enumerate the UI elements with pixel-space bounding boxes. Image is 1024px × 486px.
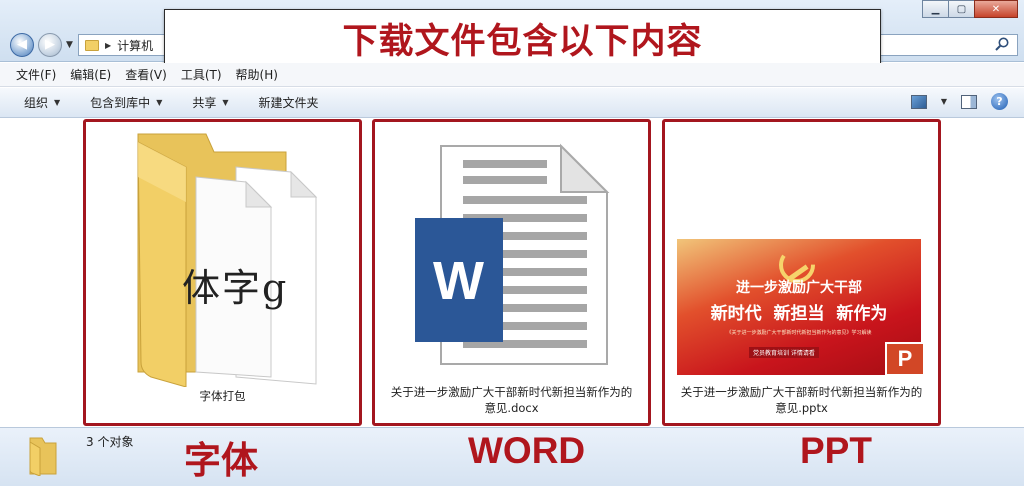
promo-banner: 下载文件包含以下内容 — [164, 9, 881, 67]
chevron-down-icon: ▼ — [156, 98, 163, 107]
file-item-font-folder[interactable]: 体字g 字体打包 — [83, 119, 362, 426]
organize-label: 组织 — [24, 96, 49, 110]
font-preview-glyphs: 体字g — [182, 266, 289, 310]
organize-button[interactable]: 组织 ▼ — [24, 94, 60, 111]
ppt-thumb-button: 党员教育培训 详情请看 — [749, 347, 819, 358]
view-chevron-down-icon[interactable]: ▼ — [941, 97, 947, 106]
file-name-font-folder: 字体打包 — [199, 389, 246, 403]
file-name-line2: 意见.pptx — [775, 401, 828, 415]
include-library-label: 包含到库中 — [90, 96, 151, 110]
word-logo-letter: W — [433, 251, 484, 311]
close-button[interactable]: ✕ — [974, 0, 1018, 18]
file-name-line1: 关于进一步激励广大干部新时代新担当新作为的 — [680, 385, 923, 399]
chevron-down-icon: ▼ — [222, 98, 229, 107]
file-item-ppt[interactable]: 进一步激励广大干部 新时代 新担当 新作为 《关于进一步激励广大干部新时代新担当… — [662, 119, 941, 426]
share-button[interactable]: 共享 ▼ — [192, 94, 228, 111]
banner-title: 下载文件包含以下内容 — [342, 21, 703, 62]
share-label: 共享 — [192, 96, 217, 110]
breadcrumb-computer[interactable]: 计算机 — [117, 37, 153, 54]
back-arrow-icon: ◀ — [17, 37, 27, 52]
object-count: 3 个对象 — [86, 435, 134, 449]
type-label-font: 字体 — [184, 439, 258, 482]
back-button[interactable]: ◀ — [10, 33, 34, 57]
file-name-ppt: 关于进一步激励广大干部新时代新担当新作为的 意见.pptx — [665, 384, 938, 416]
menu-bar: 文件(F) 编辑(E) 查看(V) 工具(T) 帮助(H) — [0, 63, 1024, 87]
new-folder-button[interactable]: 新建文件夹 — [259, 94, 319, 111]
word-document-icon — [415, 143, 610, 365]
menu-file[interactable]: 文件(F) — [16, 66, 56, 83]
new-folder-label: 新建文件夹 — [258, 96, 319, 110]
status-folder-icon — [29, 437, 57, 476]
menu-view[interactable]: 查看(V) — [125, 66, 167, 83]
ppt-thumb-subtitle: 《关于进一步激励广大干部新时代新担当新作为的意见》学习解读 — [726, 330, 872, 336]
chevron-down-icon: ▼ — [54, 98, 61, 107]
command-bar: 组织 ▼ 包含到库中 ▼ 共享 ▼ 新建文件夹 ▼ ? — [0, 88, 1024, 118]
type-label-word: WORD — [468, 430, 586, 471]
type-label-ppt: PPT — [800, 430, 872, 471]
forward-arrow-icon: ▶ — [45, 37, 55, 52]
menu-help[interactable]: 帮助(H) — [236, 66, 278, 83]
recent-pages-chevron-down-icon[interactable]: ▼ — [66, 40, 73, 50]
include-in-library-button[interactable]: 包含到库中 ▼ — [90, 94, 162, 111]
help-icon[interactable]: ? — [991, 93, 1008, 110]
file-name-word-doc: 关于进一步激励广大干部新时代新担当新作为的 意见.docx — [375, 384, 648, 416]
change-view-icon[interactable] — [910, 94, 927, 109]
status-bar: 3 个对象 字体 WORD PPT — [0, 427, 1024, 486]
powerpoint-icon: P — [885, 342, 925, 376]
forward-button[interactable]: ▶ — [38, 33, 62, 57]
minimize-button[interactable]: ▁ — [922, 0, 949, 18]
menu-tools[interactable]: 工具(T) — [181, 66, 222, 83]
menu-edit[interactable]: 编辑(E) — [70, 66, 111, 83]
file-name-line2: 意见.docx — [484, 401, 539, 415]
ppt-thumb-title: 进一步激励广大干部 — [736, 280, 862, 296]
ppt-thumb-slogan: 新时代 新担当 新作为 — [710, 304, 888, 324]
maximize-button[interactable]: ▢ — [948, 0, 975, 18]
view-controls: ▼ ? — [910, 93, 1008, 110]
font-folder-icon — [137, 133, 318, 387]
computer-folder-icon — [85, 39, 99, 51]
file-item-word-doc[interactable]: W 关于进一步激励广大干部新时代新担当新作为的 意见.docx — [372, 119, 651, 426]
preview-pane-icon[interactable] — [961, 94, 977, 109]
ppt-logo-letter: P — [897, 346, 913, 371]
file-name-line1: 关于进一步激励广大干部新时代新担当新作为的 — [390, 385, 633, 399]
search-icon[interactable] — [994, 36, 1010, 52]
file-list-area: 体字g 字体打包 W 关于进一步激励广大干部新时代新担当新作为的 意见.docx… — [0, 119, 1024, 427]
breadcrumb-chevron-icon[interactable]: ▶ — [105, 41, 111, 50]
window-controls: ▁ ▢ ✕ — [922, 0, 1018, 18]
